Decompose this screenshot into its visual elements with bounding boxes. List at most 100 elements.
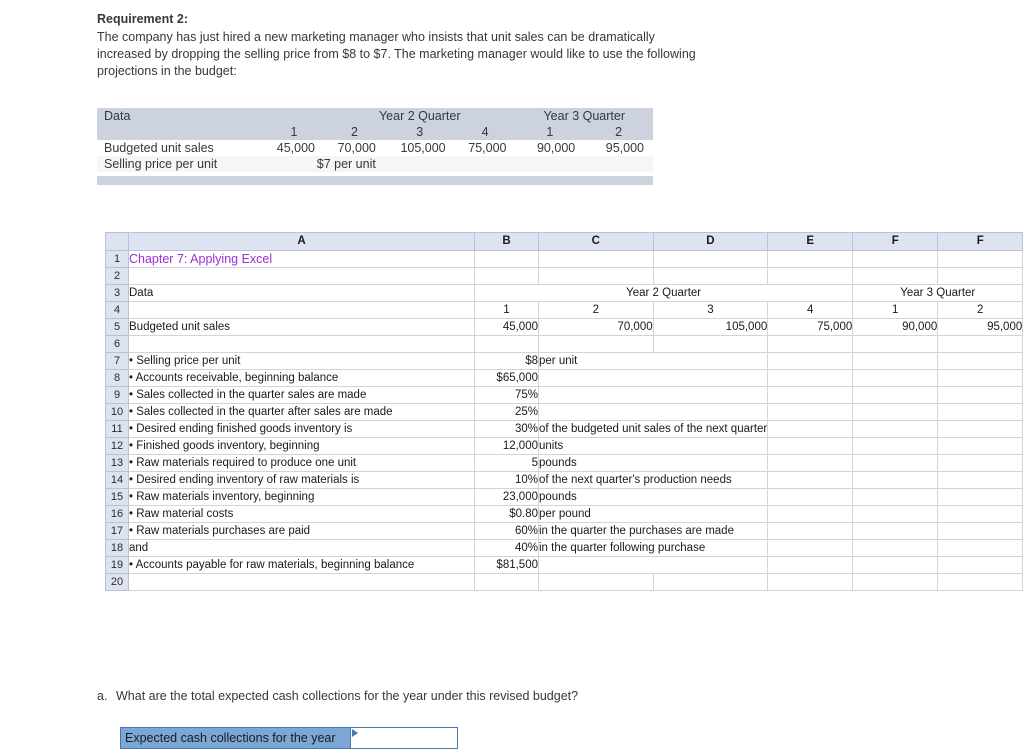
cell-f5-value[interactable]: 90,000: [852, 318, 939, 336]
grid-corner-cell[interactable]: [105, 232, 129, 251]
cell-b1[interactable]: [474, 250, 539, 268]
cell-g2[interactable]: [937, 267, 1024, 285]
cell-f11[interactable]: [852, 420, 939, 438]
cell-b6[interactable]: [474, 335, 539, 353]
cell-e16[interactable]: [767, 505, 854, 523]
cell-f8[interactable]: [852, 369, 939, 387]
cell-c9-note[interactable]: [537, 386, 769, 404]
cell-g18[interactable]: [937, 539, 1024, 557]
row-header-17[interactable]: 17: [105, 522, 129, 540]
cell-c2[interactable]: [538, 267, 654, 285]
cell-b12-value[interactable]: 12,000: [474, 437, 539, 455]
cell-b14-value[interactable]: 10%: [474, 471, 539, 489]
cell-e12[interactable]: [767, 437, 854, 455]
cell-f14[interactable]: [852, 471, 939, 489]
cell-e4-quarter[interactable]: 4: [767, 301, 854, 319]
column-header-e[interactable]: E: [767, 232, 854, 251]
row-header-7[interactable]: 7: [105, 352, 129, 370]
cell-c19-note[interactable]: [537, 556, 769, 574]
excel-grid[interactable]: A B C D E F F 1 Chapter 7: Applying Exce…: [105, 232, 1024, 591]
cell-a4[interactable]: [128, 301, 475, 319]
cell-a11-label[interactable]: • Desired ending finished goods inventor…: [128, 420, 475, 438]
cell-e8[interactable]: [767, 369, 854, 387]
cell-c10-note[interactable]: [537, 403, 769, 421]
cell-group-year2[interactable]: Year 2 Quarter: [473, 284, 854, 302]
cell-e11[interactable]: [767, 420, 854, 438]
cell-a8-label[interactable]: • Accounts receivable, beginning balance: [128, 369, 475, 387]
cell-e13[interactable]: [767, 454, 854, 472]
column-header-g[interactable]: F: [937, 232, 1024, 251]
cell-e5-value[interactable]: 75,000: [767, 318, 854, 336]
cell-c12-note[interactable]: units: [537, 437, 769, 455]
cell-f2[interactable]: [852, 267, 939, 285]
row-header-19[interactable]: 19: [105, 556, 129, 574]
cell-a7-label[interactable]: • Selling price per unit: [128, 352, 475, 370]
cell-b16-value[interactable]: $0.80: [474, 505, 539, 523]
cell-a12-label[interactable]: • Finished goods inventory, beginning: [128, 437, 475, 455]
cell-g16[interactable]: [937, 505, 1024, 523]
cell-c4-quarter[interactable]: 2: [538, 301, 654, 319]
cell-a20[interactable]: [128, 573, 475, 591]
cell-b7-value[interactable]: $8: [474, 352, 539, 370]
row-header-2[interactable]: 2: [105, 267, 129, 285]
cell-a17-label[interactable]: • Raw materials purchases are paid: [128, 522, 475, 540]
row-header-3[interactable]: 3: [105, 284, 129, 302]
cell-g13[interactable]: [937, 454, 1024, 472]
row-header-15[interactable]: 15: [105, 488, 129, 506]
cell-a9-label[interactable]: • Sales collected in the quarter sales a…: [128, 386, 475, 404]
cell-e1[interactable]: [767, 250, 854, 268]
cell-c18-note[interactable]: in the quarter following purchase: [537, 539, 769, 557]
cell-c15-note[interactable]: pounds: [537, 488, 769, 506]
cell-f20[interactable]: [852, 573, 939, 591]
cell-f16[interactable]: [852, 505, 939, 523]
cell-b20[interactable]: [474, 573, 539, 591]
cell-e17[interactable]: [767, 522, 854, 540]
cell-c8-note[interactable]: [537, 369, 769, 387]
row-header-14[interactable]: 14: [105, 471, 129, 489]
cell-g4-quarter[interactable]: 2: [937, 301, 1024, 319]
cell-e6[interactable]: [767, 335, 854, 353]
cell-g17[interactable]: [937, 522, 1024, 540]
cell-c11-note[interactable]: of the budgeted unit sales of the next q…: [537, 420, 769, 438]
cell-c20[interactable]: [538, 573, 654, 591]
cell-f13[interactable]: [852, 454, 939, 472]
cell-e18[interactable]: [767, 539, 854, 557]
cell-a14-label[interactable]: • Desired ending inventory of raw materi…: [128, 471, 475, 489]
cell-f15[interactable]: [852, 488, 939, 506]
row-header-13[interactable]: 13: [105, 454, 129, 472]
column-header-b[interactable]: B: [474, 232, 539, 251]
column-header-d[interactable]: D: [652, 232, 769, 251]
cell-a3-data-label[interactable]: Data: [128, 284, 475, 302]
cell-c7-note[interactable]: per unit: [537, 352, 769, 370]
row-header-11[interactable]: 11: [105, 420, 129, 438]
cell-e9[interactable]: [767, 386, 854, 404]
cell-b18-value[interactable]: 40%: [474, 539, 539, 557]
cell-b17-value[interactable]: 60%: [474, 522, 539, 540]
cell-a13-label[interactable]: • Raw materials required to produce one …: [128, 454, 475, 472]
cell-f1[interactable]: [852, 250, 939, 268]
column-header-a[interactable]: A: [128, 232, 475, 251]
cell-c14-note[interactable]: of the next quarter's production needs: [537, 471, 769, 489]
cell-g7[interactable]: [937, 352, 1024, 370]
row-header-9[interactable]: 9: [105, 386, 129, 404]
cell-f9[interactable]: [852, 386, 939, 404]
cell-group-year3[interactable]: Year 3 Quarter: [852, 284, 1024, 302]
cell-b15-value[interactable]: 23,000: [474, 488, 539, 506]
cell-b10-value[interactable]: 25%: [474, 403, 539, 421]
cell-b4-quarter[interactable]: 1: [474, 301, 539, 319]
cell-b9-value[interactable]: 75%: [474, 386, 539, 404]
cell-c16-note[interactable]: per pound: [537, 505, 769, 523]
cell-b2[interactable]: [474, 267, 539, 285]
row-header-18[interactable]: 18: [105, 539, 129, 557]
cell-a19-label[interactable]: • Accounts payable for raw materials, be…: [128, 556, 475, 574]
cell-e15[interactable]: [767, 488, 854, 506]
cell-f19[interactable]: [852, 556, 939, 574]
cell-b19-value[interactable]: $81,500: [474, 556, 539, 574]
row-header-5[interactable]: 5: [105, 318, 129, 336]
column-header-f[interactable]: F: [852, 232, 939, 251]
cell-a2[interactable]: [128, 267, 475, 285]
row-header-1[interactable]: 1: [105, 250, 129, 268]
cell-a5-label[interactable]: Budgeted unit sales: [128, 318, 475, 336]
cell-g19[interactable]: [937, 556, 1024, 574]
row-header-20[interactable]: 20: [105, 573, 129, 591]
